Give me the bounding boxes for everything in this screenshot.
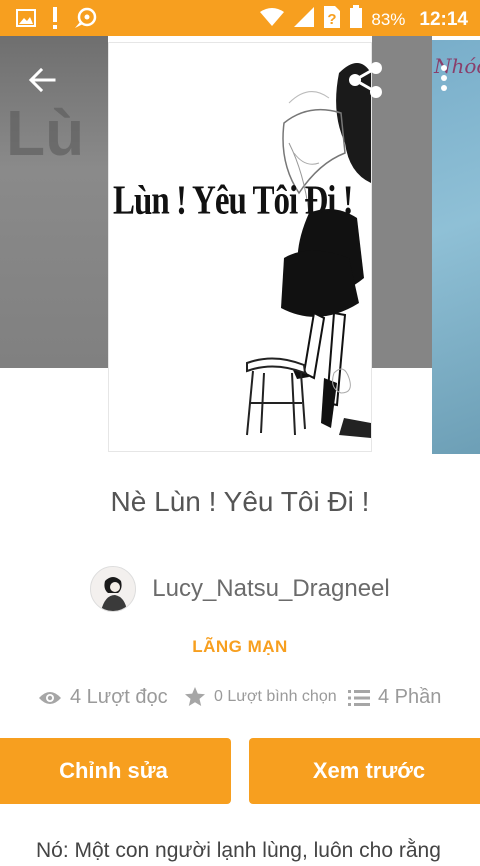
genre-tag[interactable]: LÃNG MẠN	[0, 637, 480, 657]
story-cover-image[interactable]: Lùn ! Yêu Tôi Đi !	[108, 42, 372, 452]
avatar-image	[91, 567, 136, 611]
share-button[interactable]	[346, 60, 386, 100]
wifi-icon	[259, 7, 285, 32]
status-bar: ? 83% 12:14	[0, 0, 480, 36]
preview-button[interactable]: Xem trước	[249, 738, 480, 804]
alert-icon	[50, 6, 60, 35]
votes-stat: 0 Lượt bình chọn	[184, 686, 337, 708]
clock: 12:14	[419, 8, 468, 30]
eye-icon	[39, 691, 61, 704]
story-description: Nó: Một con người lạnh lùng, luôn cho rằ…	[36, 839, 441, 862]
parts-count: 4 Phần	[378, 686, 442, 708]
battery-percent: 83%	[371, 9, 406, 29]
status-right: ? 83% 12:14	[259, 5, 468, 34]
more-options-button[interactable]	[436, 62, 452, 98]
reads-stat: 4 Lượt đọc	[38, 686, 168, 709]
star-icon	[185, 687, 205, 706]
sim-question-icon: ?	[323, 5, 341, 34]
author-row[interactable]: Lucy_Natsu_Dragneel	[0, 566, 480, 612]
share-icon	[349, 62, 382, 98]
status-left	[16, 6, 98, 35]
next-cover-preview[interactable]: Nhóc	[432, 40, 480, 454]
story-stats: 4 Lượt đọc 0 Lượt bình chọn 4 Phần	[0, 686, 480, 716]
back-arrow-icon	[28, 67, 56, 93]
parts-stat: 4 Phần	[348, 686, 441, 709]
battery-icon	[349, 5, 363, 34]
author-avatar[interactable]	[90, 566, 137, 612]
list-icon	[348, 689, 370, 706]
cover-illustration	[246, 63, 371, 438]
cover-title-text: Lùn ! Yêu Tôi Đi !	[113, 178, 354, 224]
bubble-icon	[74, 7, 98, 34]
back-button[interactable]	[26, 64, 58, 96]
votes-count: 0 Lượt bình chọn	[214, 688, 337, 705]
author-name[interactable]: Lucy_Natsu_Dragneel	[152, 575, 389, 603]
cover-carousel[interactable]: Lù Nhóc Lùn ! Yêu Tôi Đi !	[0, 36, 480, 454]
svg-text:?: ?	[328, 11, 337, 28]
edit-button[interactable]: Chỉnh sửa	[0, 738, 231, 804]
gallery-icon	[16, 8, 36, 33]
more-vertical-icon	[441, 65, 447, 91]
signal-icon	[293, 6, 315, 33]
story-title: Nè Lùn ! Yêu Tôi Đi !	[110, 486, 370, 517]
reads-count: 4 Lượt đọc	[70, 686, 168, 708]
